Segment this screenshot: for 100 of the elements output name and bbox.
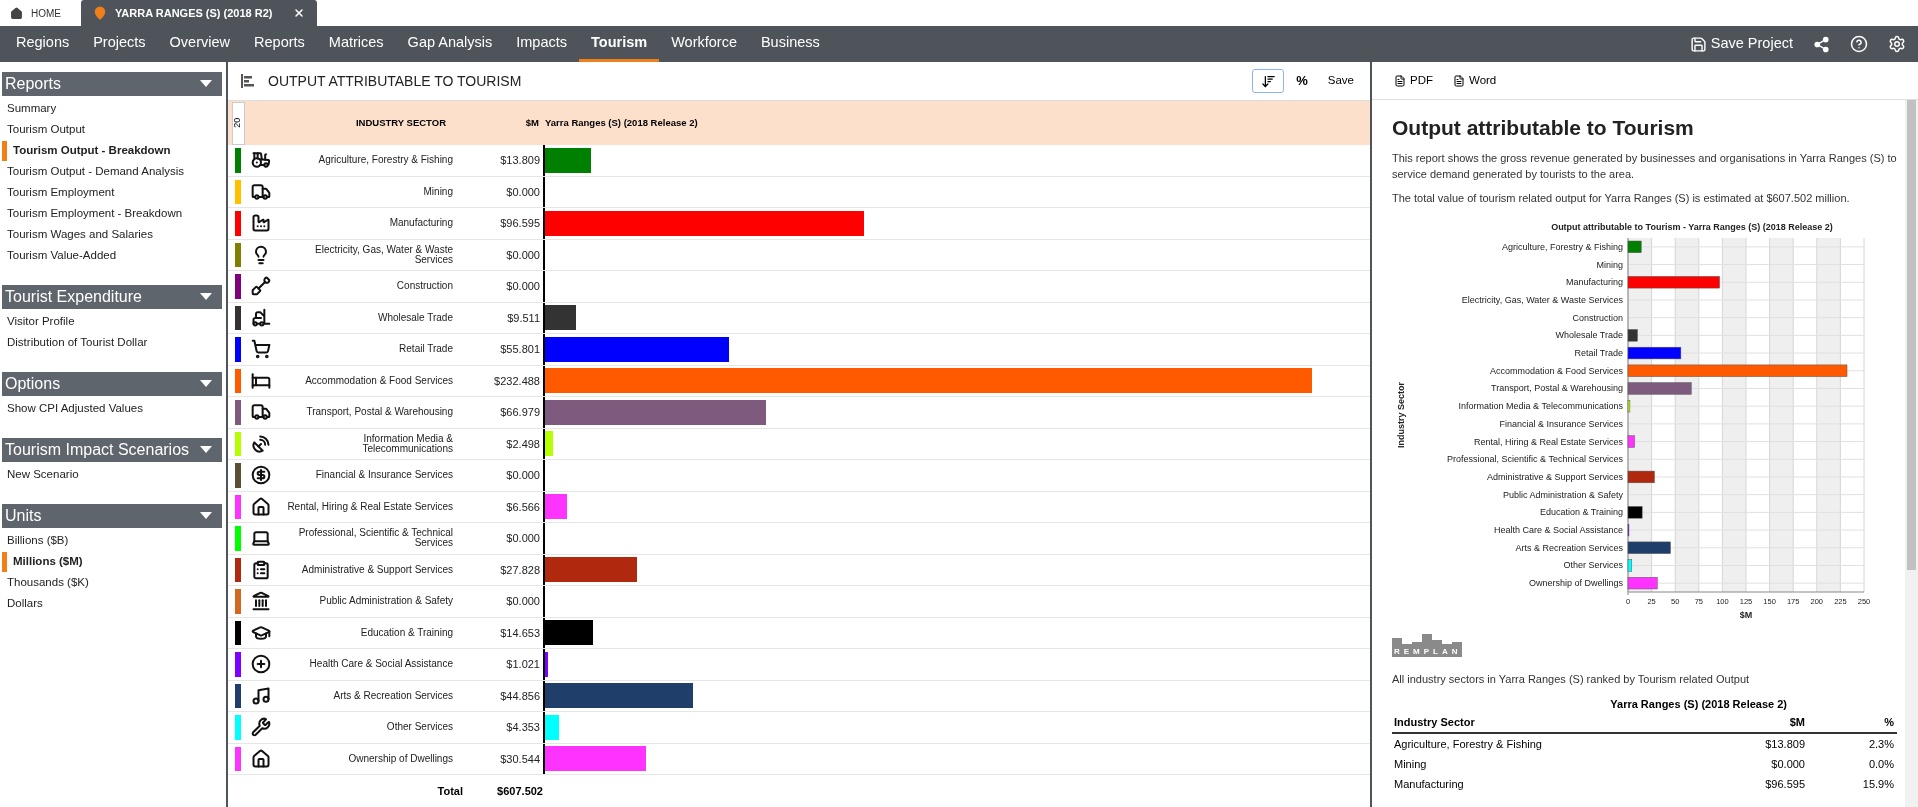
value-text: $0.000 [506,594,540,609]
sector-name: Construction [396,281,453,292]
factory-icon [251,213,271,234]
sidebar-item[interactable]: Tourism Employment [2,182,222,203]
nav-tab[interactable]: Impacts [504,26,579,62]
bar [1627,346,1682,360]
export-button[interactable]: PDF [1394,71,1433,90]
chart-title: Output attributable to Tourism - Yarra Ranges (S) (2018 Release 2) [1551,222,1833,232]
bar-chart-icon [240,73,256,89]
nav-tab[interactable]: Matrices [316,26,396,62]
sidebar-item[interactable]: Tourism Value-Added [2,245,222,266]
sidebar-item[interactable]: Billions ($B) [2,530,222,551]
column-header: Yarra Ranges (S) (2018 Release 2) [544,115,698,130]
caret-icon [200,380,212,388]
axis-title: $M [1739,610,1753,620]
save-button[interactable]: Save [1327,72,1354,90]
table-cell-text: Manufacturing [1393,776,1465,792]
nav-tab[interactable]: Business [748,26,832,62]
sidebar-item[interactable]: Millions ($M) [2,551,222,572]
column-header: Industry Sector [1393,714,1476,730]
caret-icon [200,446,212,454]
bar [1627,559,1633,572]
sidebar-item[interactable]: Tourism Output - Demand Analysis [2,161,222,182]
sort-icon [1260,73,1276,89]
category-label: Information Media & Telecommunications [1458,401,1623,412]
value-text: $0.000 [506,531,540,546]
house-icon [251,496,271,517]
nav-tab[interactable]: Reports [242,26,317,62]
table-cell-text: $0.000 [1770,756,1805,772]
sector-name: Financial & Insurance Services [315,470,453,481]
percent-button[interactable]: % [1296,71,1308,91]
column-header: INDUSTRY SECTOR [354,115,447,130]
nav-tab[interactable]: Workforce [659,26,749,62]
category-label: Financial & Insurance Services [1499,418,1623,429]
nav-tab[interactable]: Tourism [579,26,660,62]
close-icon[interactable] [292,7,305,19]
help-icon[interactable] [1850,35,1868,53]
sidebar-item[interactable]: Distribution of Tourist Dollar [2,332,222,353]
value-text: $0.000 [506,279,540,294]
bar [1627,577,1658,590]
section-header[interactable]: Reports [2,72,222,96]
sidebar-item[interactable]: Visitor Profile [2,311,222,332]
section-title: Units [5,506,42,526]
total-value: $607.502 [496,783,544,799]
nav-tab[interactable]: Overview [157,26,243,62]
section-header[interactable]: Tourism Impact Scenarios [2,438,222,462]
sector-name: Public Administration & Safety [319,596,453,607]
table-cell-text: 15.9% [1861,776,1895,792]
category-label: Construction [1572,312,1623,323]
value-text: $0.000 [506,184,540,200]
category-label: Health Care & Social Assistance [1493,525,1623,536]
truck-icon [251,181,271,202]
sector-name: Accommodation & Food Services [305,375,453,386]
category-label: Ownership of Dwellings [1528,578,1623,589]
group-header: Yarra Ranges (S) (2018 Release 2) [1610,696,1787,712]
section-header[interactable]: Options [2,372,222,396]
sector-name: Rental, Hiring & Real Estate Services [287,501,453,512]
value-text: $44.856 [500,688,540,704]
shovel-icon [251,276,271,297]
sector-name: Transport, Postal & Warehousing [306,407,453,418]
nav-tab[interactable]: Regions [4,26,82,62]
category-label: Mining [1596,259,1623,270]
paragraph: This report shows the gross revenue generated by businesses and organisations in Yarra Ranges (S) to service demand generated by tourists to the area. [1392,151,1897,182]
value-text: $96.595 [500,216,540,231]
tab[interactable]: YARRA RANGES (S) (2018 R2) [81,0,317,26]
document-title: Output attributable to Tourism [1392,115,1695,141]
sidebar-item[interactable]: Tourism Output - Breakdown [2,140,222,161]
section-header[interactable]: Tourist Expenditure [2,285,222,309]
value-text: $9.511 [507,310,540,326]
nav-tab[interactable]: Gap Analysis [395,26,505,62]
sidebar-item[interactable]: Tourism Output [2,119,222,140]
section-title: Tourist Expenditure [5,287,142,307]
sidebar-item[interactable]: Dollars [2,593,222,614]
sector-name: Professional, Scientific & Technical Services [297,528,453,549]
table-cell-text: $96.595 [1764,776,1805,792]
category-label: Retail Trade [1574,348,1623,359]
tab[interactable]: HOME [2,0,69,26]
axis-title: Industry Sector [1396,382,1406,448]
document-icon [1453,74,1465,87]
report-title: OUTPUT ATTRIBUTABLE TO TOURISM [268,71,522,91]
sidebar-item[interactable]: Summary [2,98,222,119]
nav-tab[interactable]: Projects [81,26,158,62]
sidebar-item[interactable]: Thousands ($K) [2,572,222,593]
sidebar-item[interactable]: Tourism Employment - Breakdown [2,203,222,224]
section-header[interactable]: Units [2,504,222,528]
sidebar-item[interactable]: New Scenario [2,464,222,485]
value-text: $27.828 [500,562,540,578]
share-icon[interactable] [1813,35,1830,53]
caret-icon [200,512,212,520]
map-pin-icon [93,6,107,20]
settings-icon[interactable] [1888,35,1906,53]
sector-name: Electricity, Gas, Water & Waste Services [314,244,453,265]
sector-name: Administrative & Support Services [301,564,453,575]
export-button[interactable]: Word [1453,71,1497,90]
scrollbar[interactable] [1905,100,1918,807]
save-project-button[interactable]: Save Project [1689,26,1793,62]
sort-button[interactable] [1252,69,1285,93]
sidebar-item[interactable]: Show CPI Adjusted Values [2,398,222,419]
sidebar-item[interactable]: Tourism Wages and Salaries [2,224,222,245]
value-text: $1.021 [506,657,540,672]
